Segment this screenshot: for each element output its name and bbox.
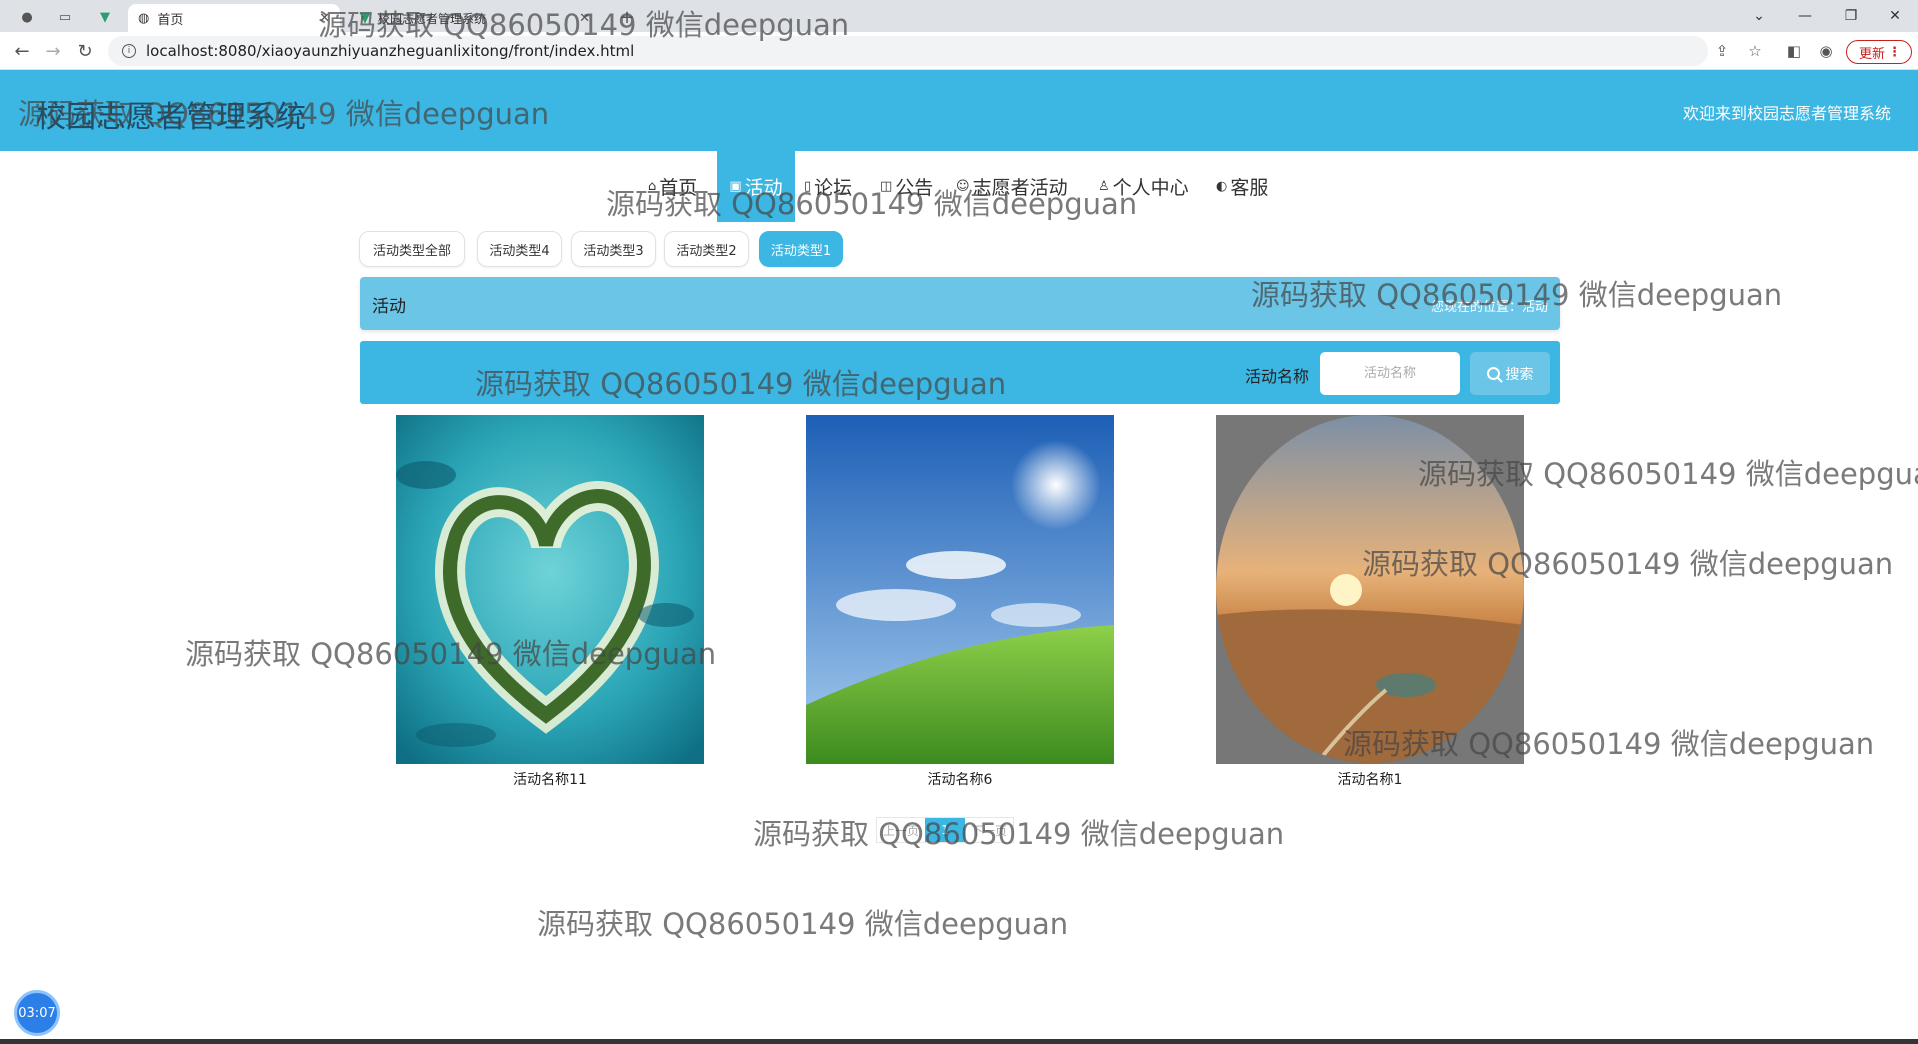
nav-item-home[interactable]: ⌂ 首页	[648, 151, 697, 222]
back-arrow-icon[interactable]: ←	[9, 38, 35, 64]
activity-name[interactable]: 活动名称6	[806, 769, 1114, 789]
breadcrumb-location: 您现在的位置：活动	[1430, 300, 1548, 315]
tab-home[interactable]: ◍ 首页 ✕	[128, 4, 340, 32]
share-icon[interactable]: ⇪	[1712, 41, 1732, 61]
url-text: localhost:8080/xiaoyaunzhiyuanzheguanlix…	[146, 42, 635, 60]
activity-name[interactable]: 活动名称1	[1216, 769, 1524, 789]
nav-label: 个人中心	[1112, 177, 1189, 199]
category-all[interactable]: 活动类型全部	[359, 231, 465, 267]
update-button[interactable]: 更新 ⋮	[1846, 40, 1912, 64]
activity-image[interactable]	[396, 415, 704, 764]
category-type-3[interactable]: 活动类型3	[571, 231, 656, 267]
smile-icon: ☺	[956, 179, 970, 194]
tab-system[interactable]: ▼ 校园志愿者管理系统 ✕	[350, 4, 600, 32]
site-header: 校园志愿者管理系统 欢迎来到校园志愿者管理系统	[0, 70, 1918, 151]
browser-tab-bar: ● ▭ ▼ ◍ 首页 ✕ ▼ 校园志愿者管理系统 ✕ + ⌄ — ❐ ✕	[0, 0, 1918, 32]
megaphone-icon: ◫	[880, 179, 893, 194]
nav-item-activity[interactable]: ▣ 活动	[717, 151, 795, 222]
activity-name[interactable]: 活动名称11	[396, 769, 704, 789]
nav-item-forum[interactable]: ▯ 论坛	[804, 151, 852, 222]
main-nav: ⌂ 首页 ▣ 活动 ▯ 论坛 ◫ 公告 ☺ 志愿者活动 ♙ 个人中心 ◐ 客服	[0, 151, 1918, 222]
reload-icon[interactable]: ↻	[72, 38, 98, 64]
address-bar[interactable]: i localhost:8080/xiaoyaunzhiyuanzheguanl…	[108, 36, 1708, 66]
chat-icon: ▯	[804, 179, 812, 194]
next-page-button[interactable]: 下一页	[965, 818, 1014, 842]
close-window-icon[interactable]: ✕	[1872, 0, 1918, 32]
category-type-1[interactable]: 活动类型1	[759, 231, 843, 267]
info-icon[interactable]: i	[122, 44, 136, 58]
activity-card[interactable]: 活动名称6	[806, 415, 1114, 789]
nav-item-profile[interactable]: ♙ 个人中心	[1098, 151, 1189, 222]
bookmark-star-icon[interactable]: ☆	[1745, 41, 1765, 61]
nav-label: 公告	[895, 177, 934, 199]
search-button-label: 搜索	[1505, 366, 1534, 383]
tab-search-icon[interactable]: ⌄	[1736, 0, 1782, 32]
activity-image[interactable]	[806, 415, 1114, 764]
search-input[interactable]	[1320, 352, 1460, 395]
pinned-tab-vue-icon[interactable]: ▼	[92, 4, 118, 30]
minimize-icon[interactable]: —	[1782, 0, 1828, 32]
nav-item-volunteer-activity[interactable]: ☺ 志愿者活动	[956, 151, 1068, 222]
more-menu-icon[interactable]: ⋮	[1888, 45, 1901, 60]
globe-icon: ◍	[138, 10, 150, 26]
home-icon: ⌂	[648, 179, 657, 194]
sky-meadow-image	[806, 415, 1114, 764]
vue-icon: ▼	[360, 10, 370, 26]
prev-page-button[interactable]: 上一页	[877, 818, 926, 842]
new-tab-icon[interactable]: +	[614, 4, 640, 30]
activity-image[interactable]	[1216, 415, 1524, 764]
desert-sunset-image	[1216, 415, 1524, 764]
forward-arrow-icon[interactable]: →	[40, 38, 66, 64]
browser-toolbar: ← → ↻ i localhost:8080/xiaoyaunzhiyuanzh…	[0, 32, 1918, 70]
category-type-4[interactable]: 活动类型4	[477, 231, 562, 267]
welcome-text: 欢迎来到校园志愿者管理系统	[1682, 104, 1891, 123]
side-panel-icon[interactable]: ◧	[1784, 41, 1804, 61]
nav-label: 论坛	[814, 177, 853, 199]
section-title: 活动	[372, 297, 406, 317]
pinned-tab-page-icon[interactable]: ▭	[52, 4, 78, 30]
watermark: 源码获取 QQ86050149 微信deepguan	[537, 907, 1069, 941]
recording-timer: 03:07	[14, 990, 60, 1036]
nav-label: 客服	[1230, 177, 1269, 199]
pagination: 上一页 1 下一页	[876, 817, 1015, 843]
site-title: 校园志愿者管理系统	[36, 100, 306, 135]
restore-icon[interactable]: ❐	[1828, 0, 1874, 32]
tab-title: 首页	[157, 12, 184, 28]
category-type-2[interactable]: 活动类型2	[664, 231, 749, 267]
nav-label: 志愿者活动	[972, 177, 1068, 199]
tab-title: 校园志愿者管理系统	[378, 11, 487, 26]
user-icon: ♙	[1098, 179, 1110, 194]
search-label: 活动名称	[1245, 367, 1310, 386]
watermark: 源码获取 QQ86050149 微信deepguan	[753, 817, 1285, 851]
nav-item-notice[interactable]: ◫ 公告	[880, 151, 933, 222]
gift-icon: ▣	[729, 179, 742, 194]
service-icon: ◐	[1216, 179, 1228, 194]
update-label: 更新	[1859, 46, 1886, 62]
bottom-edge	[0, 1039, 1918, 1044]
search-button[interactable]: 搜索	[1470, 352, 1550, 395]
search-icon	[1486, 367, 1500, 380]
pinned-tab-github-icon[interactable]: ●	[14, 4, 40, 30]
nav-item-service[interactable]: ◐ 客服	[1216, 151, 1268, 222]
tab-close-icon[interactable]: ✕	[579, 11, 590, 26]
heart-island-image	[396, 415, 704, 764]
profile-icon[interactable]: ◉	[1816, 41, 1836, 61]
activity-card[interactable]: 活动名称11	[396, 415, 704, 789]
nav-label: 首页	[659, 177, 698, 199]
activity-card[interactable]: 活动名称1	[1216, 415, 1524, 789]
nav-label: 活动	[744, 177, 783, 199]
page-button-current[interactable]: 1	[925, 818, 966, 842]
breadcrumb-bar: 活动 您现在的位置：活动	[360, 277, 1560, 330]
tab-close-icon[interactable]: ✕	[319, 11, 330, 26]
search-bar: 活动名称 搜索	[360, 341, 1560, 404]
